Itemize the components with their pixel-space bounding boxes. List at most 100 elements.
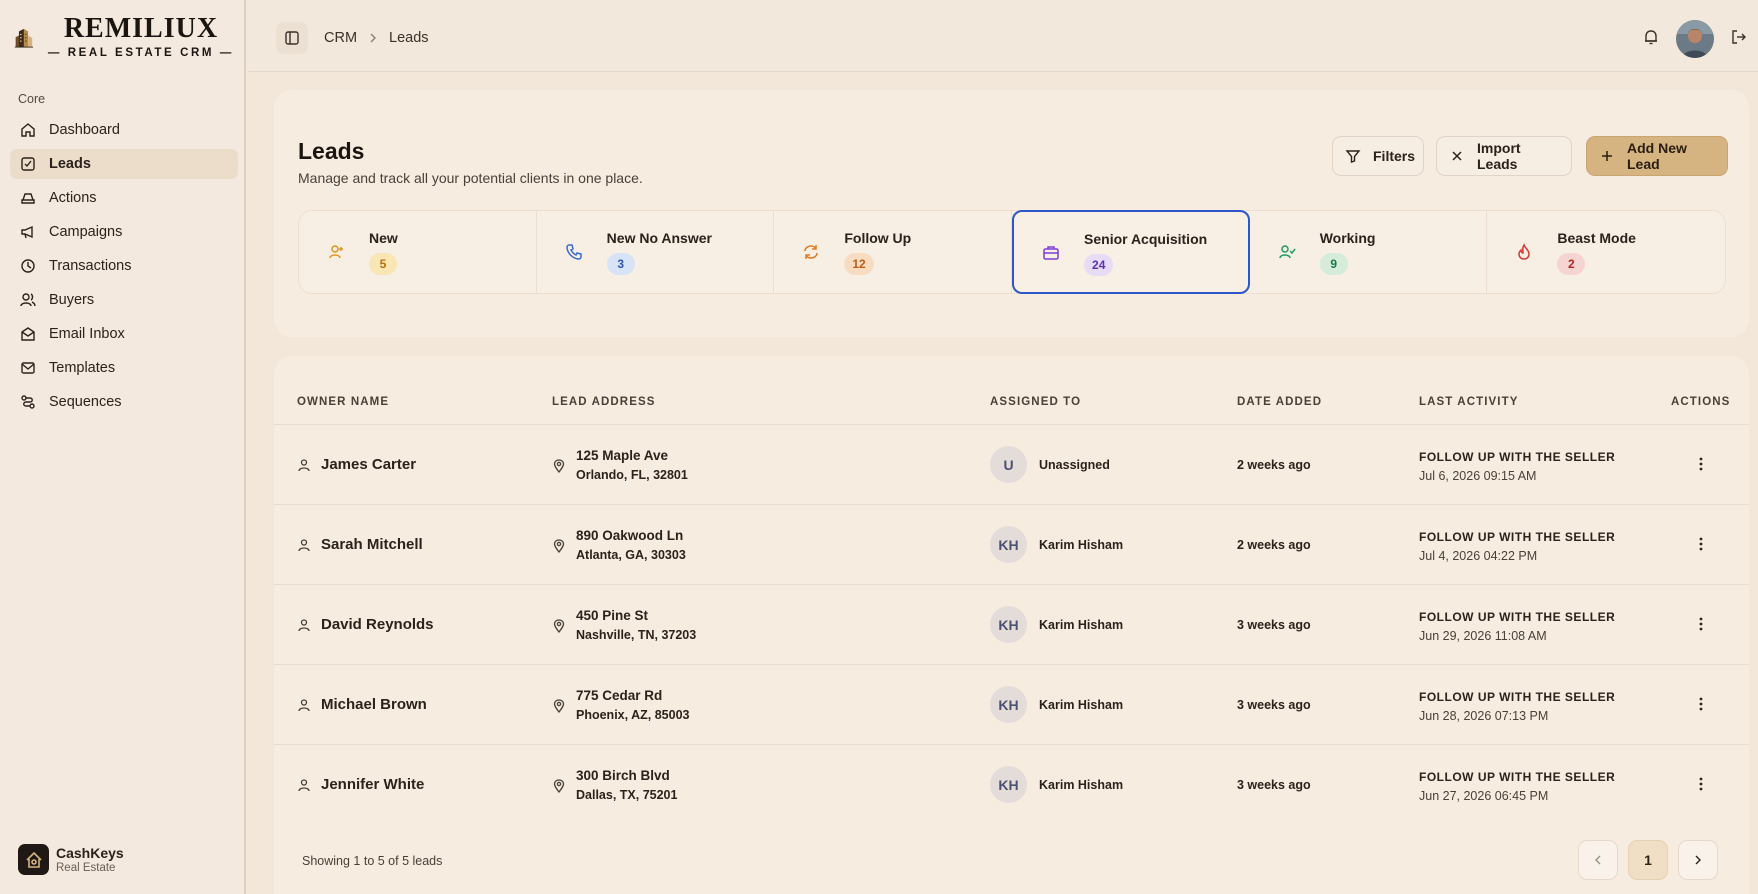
chevron-left-icon (1595, 855, 1601, 865)
add-new-lead-button[interactable]: Add New Lead (1586, 136, 1728, 176)
sidebar-item-buyers[interactable]: Buyers (10, 285, 238, 315)
sidebar-item-email-inbox[interactable]: Email Inbox (10, 319, 238, 349)
table-row[interactable]: James Carter 125 Maple Ave Orlando, FL, … (274, 424, 1749, 504)
filters-button[interactable]: Filters (1332, 136, 1424, 176)
status-count-badge: 5 (369, 253, 397, 275)
last-activity-cell: FOLLOW UP WITH THE SELLER Jun 29, 2026 1… (1419, 608, 1615, 646)
last-activity-cell: FOLLOW UP WITH THE SELLER Jul 6, 2026 09… (1419, 448, 1615, 486)
address-city: Phoenix, AZ, 85003 (576, 708, 690, 722)
page-subtitle: Manage and track all your potential clie… (298, 170, 643, 186)
bell-icon[interactable] (1642, 28, 1660, 46)
page-1-button[interactable]: 1 (1628, 840, 1668, 880)
status-name: New (369, 230, 398, 246)
next-page-button[interactable] (1678, 840, 1718, 880)
brand-subtitle: — REAL ESTATE CRM — (47, 47, 234, 59)
column-date-added[interactable]: DATE ADDED (1237, 396, 1322, 408)
status-name: Follow Up (844, 230, 912, 246)
sidebar-item-templates[interactable]: Templates (10, 353, 238, 383)
status-tab-senior-acquisition[interactable]: Senior Acquisition 24 (1012, 210, 1250, 294)
activity-time: Jul 6, 2026 09:15 AM (1419, 469, 1537, 483)
column-assigned-to[interactable]: ASSIGNED TO (990, 396, 1081, 408)
address-city: Atlanta, GA, 30303 (576, 548, 686, 562)
table-row[interactable]: David Reynolds 450 Pine St Nashville, TN… (274, 584, 1749, 664)
breadcrumb: CRM Leads (324, 30, 429, 46)
logout-icon[interactable] (1730, 28, 1748, 46)
briefcase-icon (1043, 246, 1059, 260)
sidebar-item-campaigns[interactable]: Campaigns (10, 217, 238, 247)
status-tab-working[interactable]: Working 9 (1250, 211, 1488, 293)
import-leads-button[interactable]: Import Leads (1436, 136, 1572, 176)
activity-time: Jun 28, 2026 07:13 PM (1419, 709, 1549, 723)
owner-name[interactable]: Sarah Mitchell (321, 536, 423, 553)
address-cell: 125 Maple Ave Orlando, FL, 32801 (552, 447, 688, 485)
column-owner-name[interactable]: OWNER NAME (297, 396, 389, 408)
status-tab-follow-up[interactable]: Follow Up 12 (774, 211, 1013, 293)
top-bar: CRM Leads (248, 0, 1758, 72)
import-leads-label: Import Leads (1477, 140, 1521, 172)
home-icon (20, 122, 36, 138)
status-tab-new[interactable]: New 5 (299, 211, 537, 293)
sidebar-item-label: Templates (49, 360, 116, 376)
prev-page-button[interactable] (1578, 840, 1618, 880)
user-check-icon (1278, 245, 1296, 259)
address-street: 125 Maple Ave (576, 448, 669, 463)
last-activity-cell: FOLLOW UP WITH THE SELLER Jun 27, 2026 0… (1419, 768, 1615, 806)
address-cell: 775 Cedar Rd Phoenix, AZ, 85003 (552, 687, 689, 725)
address-cell: 300 Birch Blvd Dallas, TX, 75201 (552, 767, 677, 805)
org-switcher[interactable]: CashKeys Real Estate (18, 844, 124, 875)
breadcrumb-crm[interactable]: CRM (324, 30, 357, 46)
assigned-cell: U Unassigned (990, 446, 1110, 483)
sidebar-item-sequences[interactable]: Sequences (10, 387, 238, 417)
date-added: 2 weeks ago (1237, 538, 1311, 552)
date-added: 3 weeks ago (1237, 698, 1311, 712)
owner-name[interactable]: Jennifer White (321, 776, 424, 793)
sidebar-toggle-button[interactable] (276, 22, 308, 54)
owner-name[interactable]: James Carter (321, 456, 416, 473)
org-logo-icon (18, 844, 49, 875)
status-count-badge: 3 (606, 253, 635, 275)
assigned-cell: KH Karim Hisham (990, 686, 1123, 723)
sidebar-item-dashboard[interactable]: Dashboard (10, 115, 238, 145)
person-icon (297, 698, 311, 712)
leads-table-card: OWNER NAME LEAD ADDRESS ASSIGNED TO DATE… (274, 356, 1749, 894)
org-name: CashKeys (56, 844, 124, 861)
row-actions-button[interactable] (1692, 533, 1710, 555)
column-lead-address[interactable]: LEAD ADDRESS (552, 396, 656, 408)
clock-icon (20, 258, 36, 274)
status-tab-beast-mode[interactable]: Beast Mode 2 (1487, 211, 1725, 293)
sidebar-item-label: Dashboard (49, 122, 120, 138)
row-actions-button[interactable] (1692, 693, 1710, 715)
assignee-name: Unassigned (1039, 457, 1110, 472)
status-name: Senior Acquisition (1084, 231, 1208, 247)
status-tab-new-no-answer[interactable]: New No Answer 3 (537, 211, 775, 293)
table-row[interactable]: Sarah Mitchell 890 Oakwood Ln Atlanta, G… (274, 504, 1749, 584)
sidebar-item-actions[interactable]: Actions (10, 183, 238, 213)
refresh-icon (804, 245, 819, 259)
activity-title: FOLLOW UP WITH THE SELLER (1419, 450, 1616, 464)
owner-name[interactable]: Michael Brown (321, 696, 427, 713)
activity-time: Jul 4, 2026 04:22 PM (1419, 549, 1538, 563)
sidebar-item-label: Campaigns (49, 224, 123, 240)
users-icon (20, 292, 36, 308)
sidebar-item-transactions[interactable]: Transactions (10, 251, 238, 281)
table-row[interactable]: Jennifer White 300 Birch Blvd Dallas, TX… (274, 744, 1749, 824)
table-header: OWNER NAME LEAD ADDRESS ASSIGNED TO DATE… (274, 396, 1749, 416)
column-last-activity[interactable]: LAST ACTIVITY (1419, 396, 1518, 408)
row-actions-button[interactable] (1692, 613, 1710, 635)
row-actions-button[interactable] (1692, 773, 1710, 795)
status-name: Beast Mode (1557, 230, 1636, 246)
flame-icon (1518, 243, 1531, 260)
owner-cell: David Reynolds (297, 616, 434, 633)
address-street: 300 Birch Blvd (576, 768, 670, 783)
status-name: New No Answer (606, 230, 712, 246)
owner-name[interactable]: David Reynolds (321, 616, 434, 633)
table-row[interactable]: Michael Brown 775 Cedar Rd Phoenix, AZ, … (274, 664, 1749, 744)
address-city: Nashville, TN, 37203 (576, 628, 697, 642)
inbox-icon (20, 326, 36, 342)
sidebar-item-leads[interactable]: Leads (10, 149, 238, 179)
row-actions-button[interactable] (1692, 453, 1710, 475)
more-vertical-icon (1699, 457, 1703, 471)
user-avatar[interactable] (1676, 20, 1714, 58)
assignee-name: Karim Hisham (1039, 697, 1124, 712)
brand-logo[interactable]: REMILIUX — REAL ESTATE CRM — (14, 14, 234, 66)
